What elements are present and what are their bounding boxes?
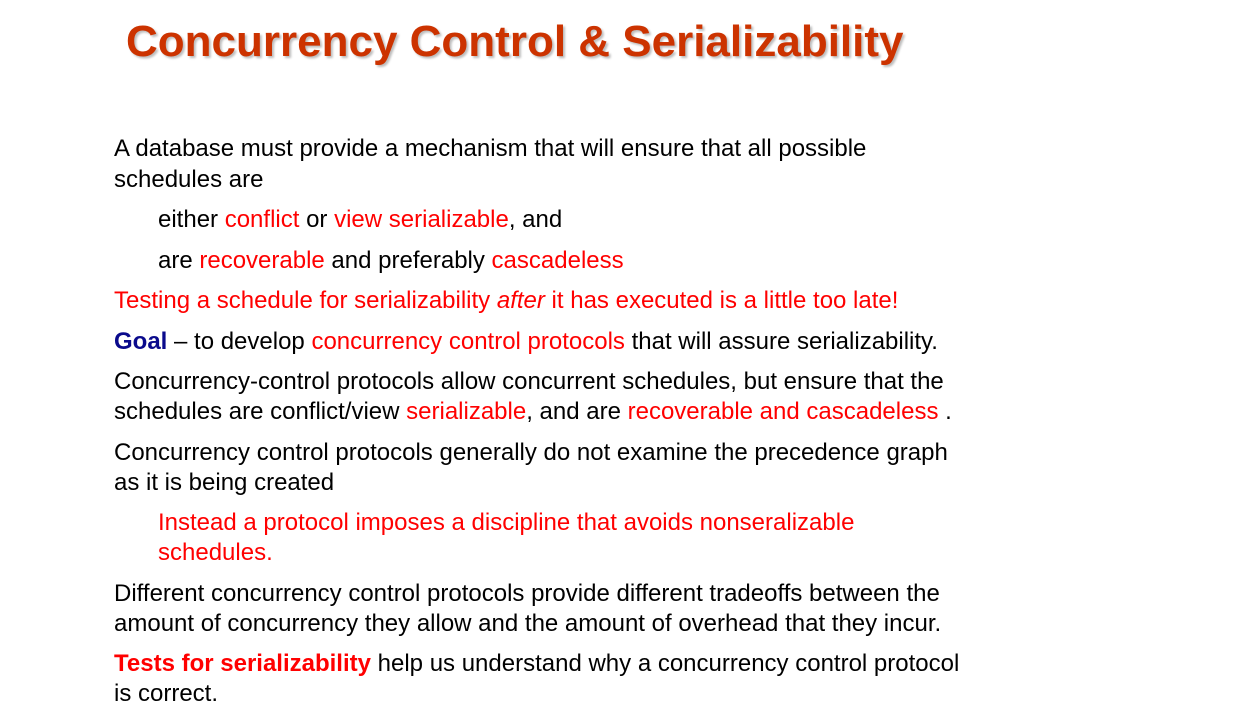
- para-tradeoffs-line2: amount of concurrency they allow and the…: [114, 610, 942, 637]
- term-recoverable-cascadeless: recoverable and cascadeless: [627, 398, 939, 425]
- text: Testing a schedule for serializability: [114, 287, 497, 314]
- text: , and: [508, 206, 563, 233]
- term-tests-serializability: Tests for serializability: [114, 650, 371, 677]
- text: or: [299, 206, 335, 233]
- sub-recoverable: are recoverable and preferably cascadele…: [158, 246, 624, 276]
- text: it has executed is a little too late!: [544, 287, 899, 314]
- term-view-serializable: view serializable: [334, 206, 509, 233]
- text: , and are: [526, 398, 628, 425]
- term-recoverable: recoverable: [199, 247, 325, 274]
- para-mechanism-line2: schedules are: [114, 166, 264, 193]
- sub-conflict-view: either conflict or view serializable, an…: [158, 205, 562, 235]
- text: .: [938, 398, 952, 425]
- slide-title: Concurrency Control & Serializability: [126, 17, 904, 66]
- sub-discipline-line2: schedules.: [158, 539, 273, 566]
- para-precedence-line1: Concurrency control protocols generally …: [114, 439, 948, 466]
- para-precedence-line2: as it is being created: [114, 469, 335, 496]
- para-testing-late: Testing a schedule for serializability a…: [114, 286, 898, 316]
- text: schedules are conflict/view: [114, 398, 407, 425]
- term-serializable: serializable: [406, 398, 527, 425]
- text: either: [158, 206, 225, 233]
- term-cc-protocols: concurrency control protocols: [311, 328, 625, 355]
- text: are: [158, 247, 200, 274]
- para-mechanism-line1: A database must provide a mechanism that…: [114, 135, 867, 162]
- para-tradeoffs-line1: Different concurrency control protocols …: [114, 580, 940, 607]
- para-goal: Goal – to develop concurrency control pr…: [114, 327, 938, 357]
- text: and preferably: [324, 247, 492, 274]
- text: that will assure serializability.: [624, 328, 938, 355]
- para-tests-line2: is correct.: [114, 680, 219, 707]
- text: help us understand why a concurrency con…: [370, 650, 960, 677]
- goal-label: Goal: [114, 328, 168, 355]
- text: – to develop: [167, 328, 312, 355]
- para-cc-allow-line2: schedules are conflict/view serializable…: [114, 397, 952, 427]
- para-cc-allow-line1: Concurrency-control protocols allow conc…: [114, 368, 944, 395]
- sub-discipline-line1: Instead a protocol imposes a discipline …: [158, 509, 855, 536]
- para-tests-line1: Tests for serializability help us unders…: [114, 649, 959, 679]
- term-conflict: conflict: [224, 206, 300, 233]
- text-after: after: [496, 287, 545, 314]
- term-cascadeless: cascadeless: [491, 247, 624, 274]
